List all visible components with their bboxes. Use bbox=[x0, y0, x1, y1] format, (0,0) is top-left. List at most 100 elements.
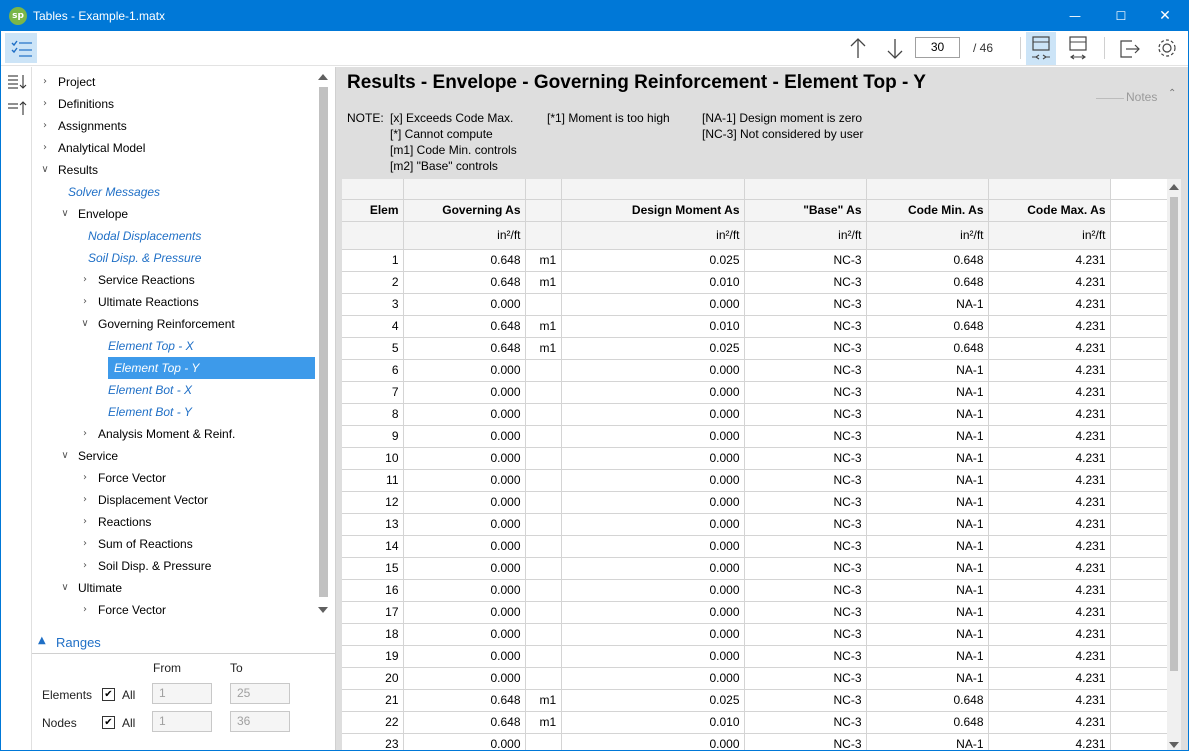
table-cell: NC-3 bbox=[744, 315, 867, 338]
elements-all-checkbox[interactable]: ✔ bbox=[102, 688, 115, 701]
settings-button[interactable] bbox=[1153, 35, 1181, 62]
chevron-right-icon[interactable]: › bbox=[78, 423, 92, 445]
table-row[interactable]: 8 0.000 0.000 NC-3 NA-1 4.231 bbox=[342, 403, 1167, 426]
chevron-right-icon[interactable]: › bbox=[78, 467, 92, 489]
tree-item[interactable]: Solver Messages bbox=[32, 181, 316, 203]
tree-item[interactable]: › Reactions bbox=[32, 511, 316, 533]
chevron-right-icon[interactable]: › bbox=[78, 511, 92, 533]
tree-item[interactable]: ∨ Envelope bbox=[32, 203, 316, 225]
previous-page-button[interactable] bbox=[844, 35, 872, 62]
scroll-up-icon[interactable] bbox=[318, 74, 328, 80]
minimize-button[interactable]: — bbox=[1052, 1, 1098, 31]
table-row[interactable]: 1 0.648 m1 0.025 NC-3 0.648 4.231 bbox=[342, 249, 1167, 272]
tree-item[interactable]: › Definitions bbox=[32, 93, 316, 115]
page-number-input[interactable]: 30 bbox=[915, 37, 960, 58]
table-row[interactable]: 5 0.648 m1 0.025 NC-3 0.648 4.231 bbox=[342, 337, 1167, 360]
table-row[interactable]: 2 0.648 m1 0.010 NC-3 0.648 4.231 bbox=[342, 271, 1167, 294]
table-row[interactable]: 15 0.000 0.000 NC-3 NA-1 4.231 bbox=[342, 557, 1167, 580]
chevron-down-icon[interactable]: ∨ bbox=[78, 313, 92, 335]
fit-page-button[interactable] bbox=[1026, 32, 1056, 65]
elements-to-input[interactable]: 25 bbox=[230, 683, 290, 704]
chevron-right-icon[interactable]: › bbox=[38, 93, 52, 115]
table-row[interactable]: 7 0.000 0.000 NC-3 NA-1 4.231 bbox=[342, 381, 1167, 404]
chevron-right-icon[interactable]: › bbox=[78, 291, 92, 313]
tree-item[interactable]: › Analytical Model bbox=[32, 137, 316, 159]
chevron-down-icon[interactable]: ∨ bbox=[38, 159, 52, 181]
tree-item[interactable]: Nodal Displacements bbox=[32, 225, 316, 247]
table-cell: 0.648 bbox=[866, 249, 989, 272]
tree-item[interactable]: › Displacement Vector bbox=[32, 489, 316, 511]
chevron-right-icon[interactable]: › bbox=[38, 137, 52, 159]
table-row[interactable]: 21 0.648 m1 0.025 NC-3 0.648 4.231 bbox=[342, 689, 1167, 712]
table-cell: NA-1 bbox=[866, 667, 989, 690]
table-scroll-thumb[interactable] bbox=[1170, 197, 1178, 671]
table-cell: 4.231 bbox=[988, 535, 1111, 558]
table-row[interactable]: 20 0.000 0.000 NC-3 NA-1 4.231 bbox=[342, 667, 1167, 690]
table-row[interactable]: 16 0.000 0.000 NC-3 NA-1 4.231 bbox=[342, 579, 1167, 602]
tree-item[interactable]: Element Top - X bbox=[32, 335, 316, 357]
tree-item[interactable]: ∨ Governing Reinforcement bbox=[32, 313, 316, 335]
next-page-button[interactable] bbox=[881, 35, 909, 62]
tree-item[interactable]: Soil Disp. & Pressure bbox=[32, 247, 316, 269]
fit-width-button[interactable] bbox=[1063, 32, 1093, 65]
table-cell bbox=[525, 667, 562, 690]
tree-toggle-button[interactable] bbox=[5, 33, 37, 63]
chevron-down-icon[interactable]: ∨ bbox=[58, 577, 72, 599]
tree-item[interactable]: › Soil Disp. & Pressure bbox=[32, 555, 316, 577]
tree-scroll-thumb[interactable] bbox=[319, 87, 328, 597]
chevron-right-icon[interactable]: › bbox=[78, 533, 92, 555]
maximize-button[interactable]: ☐ bbox=[1098, 1, 1144, 31]
tree-item[interactable]: › Service Reactions bbox=[32, 269, 316, 291]
tree-item[interactable]: ∨ Service bbox=[32, 445, 316, 467]
tree-item[interactable]: ∨ Ultimate bbox=[32, 577, 316, 599]
tree-item[interactable]: › Assignments bbox=[32, 115, 316, 137]
chevron-down-icon[interactable]: ∨ bbox=[58, 445, 72, 467]
tree-item[interactable]: Element Bot - Y bbox=[32, 401, 316, 423]
nodes-to-input[interactable]: 36 bbox=[230, 711, 290, 732]
tree-item[interactable]: › Force Vector bbox=[32, 599, 316, 619]
table-scrollbar[interactable] bbox=[1167, 179, 1181, 750]
table-row[interactable]: 22 0.648 m1 0.010 NC-3 0.648 4.231 bbox=[342, 711, 1167, 734]
nodes-all-checkbox[interactable]: ✔ bbox=[102, 716, 115, 729]
table-row[interactable]: 3 0.000 0.000 NC-3 NA-1 4.231 bbox=[342, 293, 1167, 316]
tree-item[interactable]: Element Bot - X bbox=[32, 379, 316, 401]
tree-item[interactable]: › Ultimate Reactions bbox=[32, 291, 316, 313]
scroll-down-icon[interactable] bbox=[1169, 742, 1179, 748]
chevron-right-icon[interactable]: › bbox=[38, 71, 52, 93]
chevron-right-icon[interactable]: › bbox=[78, 599, 92, 619]
elements-from-input[interactable]: 1 bbox=[152, 683, 212, 704]
table-row[interactable]: 10 0.000 0.000 NC-3 NA-1 4.231 bbox=[342, 447, 1167, 470]
table-row[interactable]: 23 0.000 0.000 NC-3 NA-1 4.231 bbox=[342, 733, 1167, 750]
tree-item[interactable]: › Analysis Moment & Reinf. bbox=[32, 423, 316, 445]
table-row[interactable]: 18 0.000 0.000 NC-3 NA-1 4.231 bbox=[342, 623, 1167, 646]
chevron-right-icon[interactable]: › bbox=[78, 489, 92, 511]
tree-scrollbar[interactable] bbox=[315, 67, 332, 619]
tree-item[interactable]: › Project bbox=[32, 71, 316, 93]
table-row[interactable]: 12 0.000 0.000 NC-3 NA-1 4.231 bbox=[342, 491, 1167, 514]
table-row[interactable]: 14 0.000 0.000 NC-3 NA-1 4.231 bbox=[342, 535, 1167, 558]
tree-item[interactable]: Element Top - Y bbox=[108, 357, 316, 379]
chevron-up-icon[interactable]: ⌃ bbox=[1168, 88, 1176, 99]
tree-item[interactable]: ∨ Results bbox=[32, 159, 316, 181]
scroll-down-icon[interactable] bbox=[318, 607, 328, 613]
table-row[interactable]: 9 0.000 0.000 NC-3 NA-1 4.231 bbox=[342, 425, 1167, 448]
chevron-down-icon[interactable]: ∨ bbox=[58, 203, 72, 225]
table-row[interactable]: 11 0.000 0.000 NC-3 NA-1 4.231 bbox=[342, 469, 1167, 492]
table-row[interactable]: 6 0.000 0.000 NC-3 NA-1 4.231 bbox=[342, 359, 1167, 382]
table-row[interactable]: 13 0.000 0.000 NC-3 NA-1 4.231 bbox=[342, 513, 1167, 536]
export-button[interactable] bbox=[1115, 35, 1143, 62]
collapse-all-button[interactable] bbox=[6, 99, 28, 117]
scroll-up-icon[interactable] bbox=[1169, 184, 1179, 190]
expand-all-button[interactable] bbox=[6, 73, 28, 91]
table-row[interactable]: 4 0.648 m1 0.010 NC-3 0.648 4.231 bbox=[342, 315, 1167, 338]
chevron-right-icon[interactable]: › bbox=[78, 555, 92, 577]
tree-item[interactable]: › Sum of Reactions bbox=[32, 533, 316, 555]
chevron-right-icon[interactable]: › bbox=[38, 115, 52, 137]
chevron-right-icon[interactable]: › bbox=[78, 269, 92, 291]
table-row[interactable]: 17 0.000 0.000 NC-3 NA-1 4.231 bbox=[342, 601, 1167, 624]
table-row[interactable]: 19 0.000 0.000 NC-3 NA-1 4.231 bbox=[342, 645, 1167, 668]
nodes-from-input[interactable]: 1 bbox=[152, 711, 212, 732]
tree-item[interactable]: › Force Vector bbox=[32, 467, 316, 489]
notes-toggle[interactable]: Notes bbox=[1126, 90, 1157, 104]
close-button[interactable]: ✕ bbox=[1142, 1, 1188, 31]
